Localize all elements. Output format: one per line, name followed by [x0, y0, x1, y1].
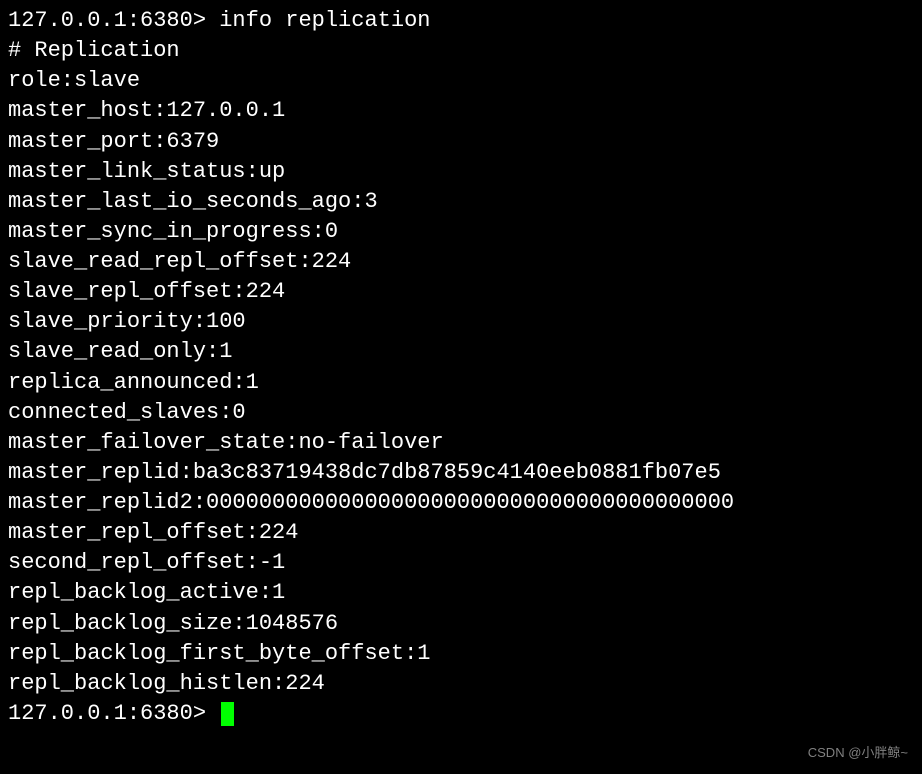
output-line: replica_announced:1	[8, 368, 914, 398]
output-line: master_sync_in_progress:0	[8, 217, 914, 247]
output-line: slave_read_only:1	[8, 337, 914, 367]
output-line: master_port:6379	[8, 127, 914, 157]
output-line: repl_backlog_histlen:224	[8, 669, 914, 699]
output-line: master_link_status:up	[8, 157, 914, 187]
output-line: master_repl_offset:224	[8, 518, 914, 548]
output-line: master_replid:ba3c83719438dc7db87859c414…	[8, 458, 914, 488]
output-line: master_replid2:0000000000000000000000000…	[8, 488, 914, 518]
output-line: repl_backlog_size:1048576	[8, 609, 914, 639]
output-line: repl_backlog_first_byte_offset:1	[8, 639, 914, 669]
terminal-command-line[interactable]: 127.0.0.1:6380> info replication	[8, 6, 914, 36]
output-header: # Replication	[8, 36, 914, 66]
prompt-text: 127.0.0.1:6380>	[8, 699, 219, 729]
command-text: info replication	[219, 6, 430, 36]
output-line: role:slave	[8, 66, 914, 96]
prompt-text: 127.0.0.1:6380>	[8, 6, 219, 36]
output-line: master_host:127.0.0.1	[8, 96, 914, 126]
output-line: slave_priority:100	[8, 307, 914, 337]
watermark-text: CSDN @小胖鲸~	[808, 744, 908, 762]
output-line: slave_read_repl_offset:224	[8, 247, 914, 277]
terminal-prompt-line[interactable]: 127.0.0.1:6380>	[8, 699, 914, 729]
output-line: master_failover_state:no-failover	[8, 428, 914, 458]
output-line: slave_repl_offset:224	[8, 277, 914, 307]
output-line: connected_slaves:0	[8, 398, 914, 428]
output-line: second_repl_offset:-1	[8, 548, 914, 578]
output-line: repl_backlog_active:1	[8, 578, 914, 608]
cursor-icon	[221, 702, 234, 726]
output-line: master_last_io_seconds_ago:3	[8, 187, 914, 217]
